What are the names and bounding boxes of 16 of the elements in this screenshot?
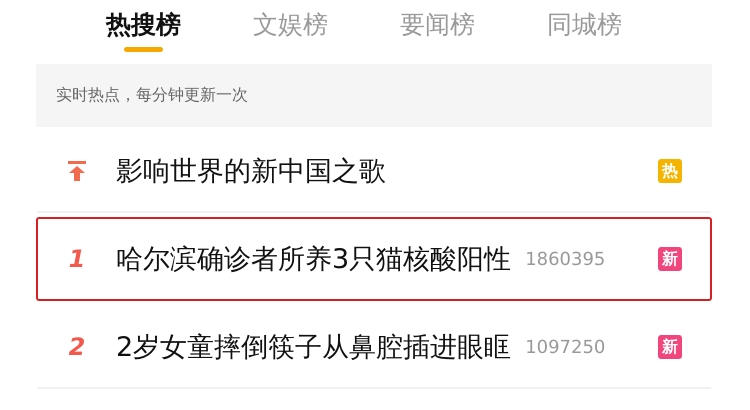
rank-number: 1: [68, 245, 86, 273]
item-title: 哈尔滨确诊者所养3只猫核酸阳性: [116, 243, 512, 277]
list-item[interactable]: 1 哈尔滨确诊者所养3只猫核酸阳性 1860395 新: [36, 217, 712, 301]
view-count: 1097250: [525, 336, 606, 358]
tag: 新: [658, 335, 682, 359]
view-count: 1860395: [525, 248, 606, 270]
rank-number: 2: [68, 333, 86, 361]
notice-text: 实时热点，每分钟更新一次: [56, 85, 248, 106]
tab[interactable]: 热搜榜: [106, 0, 181, 54]
tag: 热: [658, 159, 682, 183]
item-title: 2岁女童摔倒筷子从鼻腔插进眼眶: [116, 331, 512, 365]
item-title: 影响世界的新中国之歌: [116, 155, 386, 189]
list-item[interactable]: 影响世界的新中国之歌 热: [36, 129, 712, 213]
tag: 新: [658, 247, 682, 271]
list-item[interactable]: 2 2岁女童摔倒筷子从鼻腔插进眼眶 1097250 新: [36, 305, 712, 389]
pin-top-icon: [67, 160, 87, 182]
